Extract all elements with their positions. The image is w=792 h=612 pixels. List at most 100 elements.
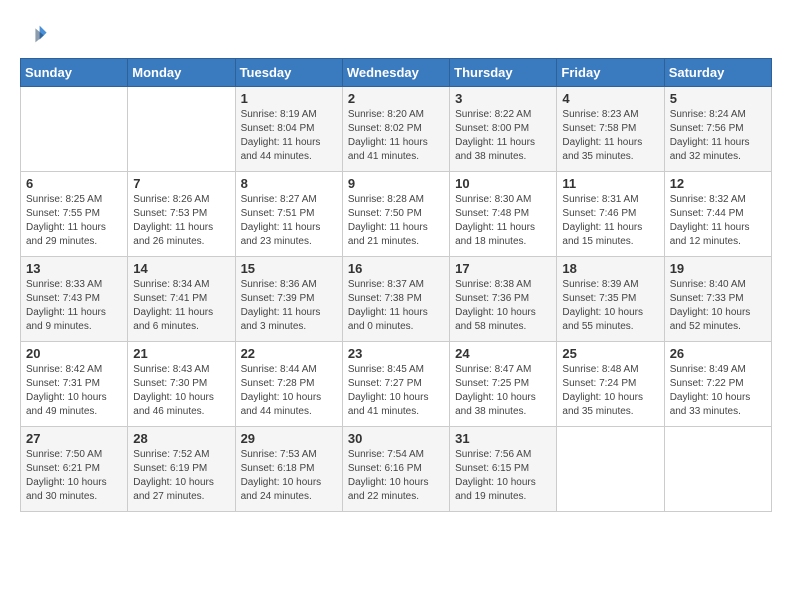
calendar-cell: 30 Sunrise: 7:54 AM Sunset: 6:16 PM Dayli… [342, 427, 449, 512]
col-header-friday: Friday [557, 59, 664, 87]
calendar-cell: 13 Sunrise: 8:33 AM Sunset: 7:43 PM Dayli… [21, 257, 128, 342]
calendar-cell: 6Sunrise: 8:25 AM Sunset: 7:55 PM Daylig… [21, 172, 128, 257]
day-number: 31 [455, 431, 551, 446]
calendar-cell: 3 Sunrise: 8:22 AM Sunset: 8:00 PM Daylig… [450, 87, 557, 172]
day-number: 2 [348, 91, 444, 106]
day-number: 24 [455, 346, 551, 361]
day-number: 22 [241, 346, 337, 361]
day-number: 16 [348, 261, 444, 276]
day-detail: Sunrise: 8:39 AM Sunset: 7:35 PM Dayligh… [562, 278, 658, 334]
calendar-cell: 8 Sunrise: 8:27 AM Sunset: 7:51 PM Daylig… [235, 172, 342, 257]
day-detail: Sunrise: 8:44 AM Sunset: 7:28 PM Dayligh… [241, 363, 337, 419]
calendar-cell: 26 Sunrise: 8:49 AM Sunset: 7:22 PM Dayli… [664, 342, 771, 427]
calendar-cell: 29Sunrise: 7:53 AM Sunset: 6:18 PM Dayli… [235, 427, 342, 512]
calendar-cell: 28Sunrise: 7:52 AM Sunset: 6:19 PM Dayli… [128, 427, 235, 512]
day-detail: Sunrise: 8:43 AM Sunset: 7:30 PM Dayligh… [133, 363, 229, 419]
calendar-cell: 14 Sunrise: 8:34 AM Sunset: 7:41 PM Dayli… [128, 257, 235, 342]
calendar-cell [21, 87, 128, 172]
day-number: 1 [241, 91, 337, 106]
calendar-cell: 20 Sunrise: 8:42 AM Sunset: 7:31 PM Dayli… [21, 342, 128, 427]
calendar-header: SundayMondayTuesdayWednesdayThursdayFrid… [21, 59, 772, 87]
calendar-week-4: 20 Sunrise: 8:42 AM Sunset: 7:31 PM Dayli… [21, 342, 772, 427]
calendar-week-2: 6Sunrise: 8:25 AM Sunset: 7:55 PM Daylig… [21, 172, 772, 257]
day-number: 11 [562, 176, 658, 191]
day-number: 3 [455, 91, 551, 106]
day-detail: Sunrise: 8:27 AM Sunset: 7:51 PM Dayligh… [241, 193, 337, 249]
day-number: 26 [670, 346, 766, 361]
day-detail: Sunrise: 8:26 AM Sunset: 7:53 PM Dayligh… [133, 193, 229, 249]
day-detail: Sunrise: 8:22 AM Sunset: 8:00 PM Dayligh… [455, 108, 551, 164]
day-number: 8 [241, 176, 337, 191]
calendar-cell: 10 Sunrise: 8:30 AM Sunset: 7:48 PM Dayli… [450, 172, 557, 257]
col-header-sunday: Sunday [21, 59, 128, 87]
day-detail: Sunrise: 7:54 AM Sunset: 6:16 PM Dayligh… [348, 448, 444, 504]
day-detail: Sunrise: 8:40 AM Sunset: 7:33 PM Dayligh… [670, 278, 766, 334]
day-number: 10 [455, 176, 551, 191]
col-header-saturday: Saturday [664, 59, 771, 87]
day-detail: Sunrise: 8:48 AM Sunset: 7:24 PM Dayligh… [562, 363, 658, 419]
col-header-wednesday: Wednesday [342, 59, 449, 87]
day-number: 23 [348, 346, 444, 361]
day-detail: Sunrise: 8:20 AM Sunset: 8:02 PM Dayligh… [348, 108, 444, 164]
calendar-cell: 15Sunrise: 8:36 AM Sunset: 7:39 PM Dayli… [235, 257, 342, 342]
day-number: 30 [348, 431, 444, 446]
calendar-cell: 1 Sunrise: 8:19 AM Sunset: 8:04 PM Daylig… [235, 87, 342, 172]
calendar-cell [128, 87, 235, 172]
calendar-cell: 17 Sunrise: 8:38 AM Sunset: 7:36 PM Dayli… [450, 257, 557, 342]
day-number: 9 [348, 176, 444, 191]
calendar-cell: 25 Sunrise: 8:48 AM Sunset: 7:24 PM Dayli… [557, 342, 664, 427]
day-detail: Sunrise: 8:47 AM Sunset: 7:25 PM Dayligh… [455, 363, 551, 419]
day-detail: Sunrise: 8:45 AM Sunset: 7:27 PM Dayligh… [348, 363, 444, 419]
day-detail: Sunrise: 8:31 AM Sunset: 7:46 PM Dayligh… [562, 193, 658, 249]
calendar-cell: 24 Sunrise: 8:47 AM Sunset: 7:25 PM Dayli… [450, 342, 557, 427]
day-detail: Sunrise: 7:56 AM Sunset: 6:15 PM Dayligh… [455, 448, 551, 504]
day-detail: Sunrise: 8:24 AM Sunset: 7:56 PM Dayligh… [670, 108, 766, 164]
calendar-cell: 16 Sunrise: 8:37 AM Sunset: 7:38 PM Dayli… [342, 257, 449, 342]
logo-icon [20, 20, 48, 48]
day-detail: Sunrise: 8:25 AM Sunset: 7:55 PM Dayligh… [26, 193, 122, 249]
calendar-cell: 23 Sunrise: 8:45 AM Sunset: 7:27 PM Dayli… [342, 342, 449, 427]
day-detail: Sunrise: 8:34 AM Sunset: 7:41 PM Dayligh… [133, 278, 229, 334]
day-detail: Sunrise: 7:53 AM Sunset: 6:18 PM Dayligh… [241, 448, 337, 504]
day-detail: Sunrise: 8:32 AM Sunset: 7:44 PM Dayligh… [670, 193, 766, 249]
day-number: 17 [455, 261, 551, 276]
day-number: 25 [562, 346, 658, 361]
day-detail: Sunrise: 7:50 AM Sunset: 6:21 PM Dayligh… [26, 448, 122, 504]
day-detail: Sunrise: 8:30 AM Sunset: 7:48 PM Dayligh… [455, 193, 551, 249]
day-number: 4 [562, 91, 658, 106]
day-number: 19 [670, 261, 766, 276]
day-number: 14 [133, 261, 229, 276]
calendar-week-1: 1 Sunrise: 8:19 AM Sunset: 8:04 PM Daylig… [21, 87, 772, 172]
day-number: 15 [241, 261, 337, 276]
day-detail: Sunrise: 8:37 AM Sunset: 7:38 PM Dayligh… [348, 278, 444, 334]
calendar-cell: 18 Sunrise: 8:39 AM Sunset: 7:35 PM Dayli… [557, 257, 664, 342]
day-detail: Sunrise: 8:19 AM Sunset: 8:04 PM Dayligh… [241, 108, 337, 164]
day-number: 21 [133, 346, 229, 361]
day-detail: Sunrise: 8:42 AM Sunset: 7:31 PM Dayligh… [26, 363, 122, 419]
calendar-cell: 27 Sunrise: 7:50 AM Sunset: 6:21 PM Dayli… [21, 427, 128, 512]
calendar-cell: 7Sunrise: 8:26 AM Sunset: 7:53 PM Daylig… [128, 172, 235, 257]
calendar-table: SundayMondayTuesdayWednesdayThursdayFrid… [20, 58, 772, 512]
calendar-cell: 22 Sunrise: 8:44 AM Sunset: 7:28 PM Dayli… [235, 342, 342, 427]
calendar-week-5: 27 Sunrise: 7:50 AM Sunset: 6:21 PM Dayli… [21, 427, 772, 512]
calendar-cell: 19 Sunrise: 8:40 AM Sunset: 7:33 PM Dayli… [664, 257, 771, 342]
day-number: 12 [670, 176, 766, 191]
calendar-cell: 2 Sunrise: 8:20 AM Sunset: 8:02 PM Daylig… [342, 87, 449, 172]
day-number: 20 [26, 346, 122, 361]
calendar-cell: 12 Sunrise: 8:32 AM Sunset: 7:44 PM Dayli… [664, 172, 771, 257]
day-detail: Sunrise: 8:49 AM Sunset: 7:22 PM Dayligh… [670, 363, 766, 419]
calendar-cell: 4Sunrise: 8:23 AM Sunset: 7:58 PM Daylig… [557, 87, 664, 172]
day-number: 28 [133, 431, 229, 446]
calendar-cell: 31 Sunrise: 7:56 AM Sunset: 6:15 PM Dayli… [450, 427, 557, 512]
calendar-cell: 11 Sunrise: 8:31 AM Sunset: 7:46 PM Dayli… [557, 172, 664, 257]
day-number: 5 [670, 91, 766, 106]
calendar-week-3: 13 Sunrise: 8:33 AM Sunset: 7:43 PM Dayli… [21, 257, 772, 342]
col-header-thursday: Thursday [450, 59, 557, 87]
day-number: 13 [26, 261, 122, 276]
day-detail: Sunrise: 8:38 AM Sunset: 7:36 PM Dayligh… [455, 278, 551, 334]
day-number: 18 [562, 261, 658, 276]
day-detail: Sunrise: 8:33 AM Sunset: 7:43 PM Dayligh… [26, 278, 122, 334]
calendar-cell: 9 Sunrise: 8:28 AM Sunset: 7:50 PM Daylig… [342, 172, 449, 257]
day-number: 27 [26, 431, 122, 446]
day-detail: Sunrise: 8:28 AM Sunset: 7:50 PM Dayligh… [348, 193, 444, 249]
